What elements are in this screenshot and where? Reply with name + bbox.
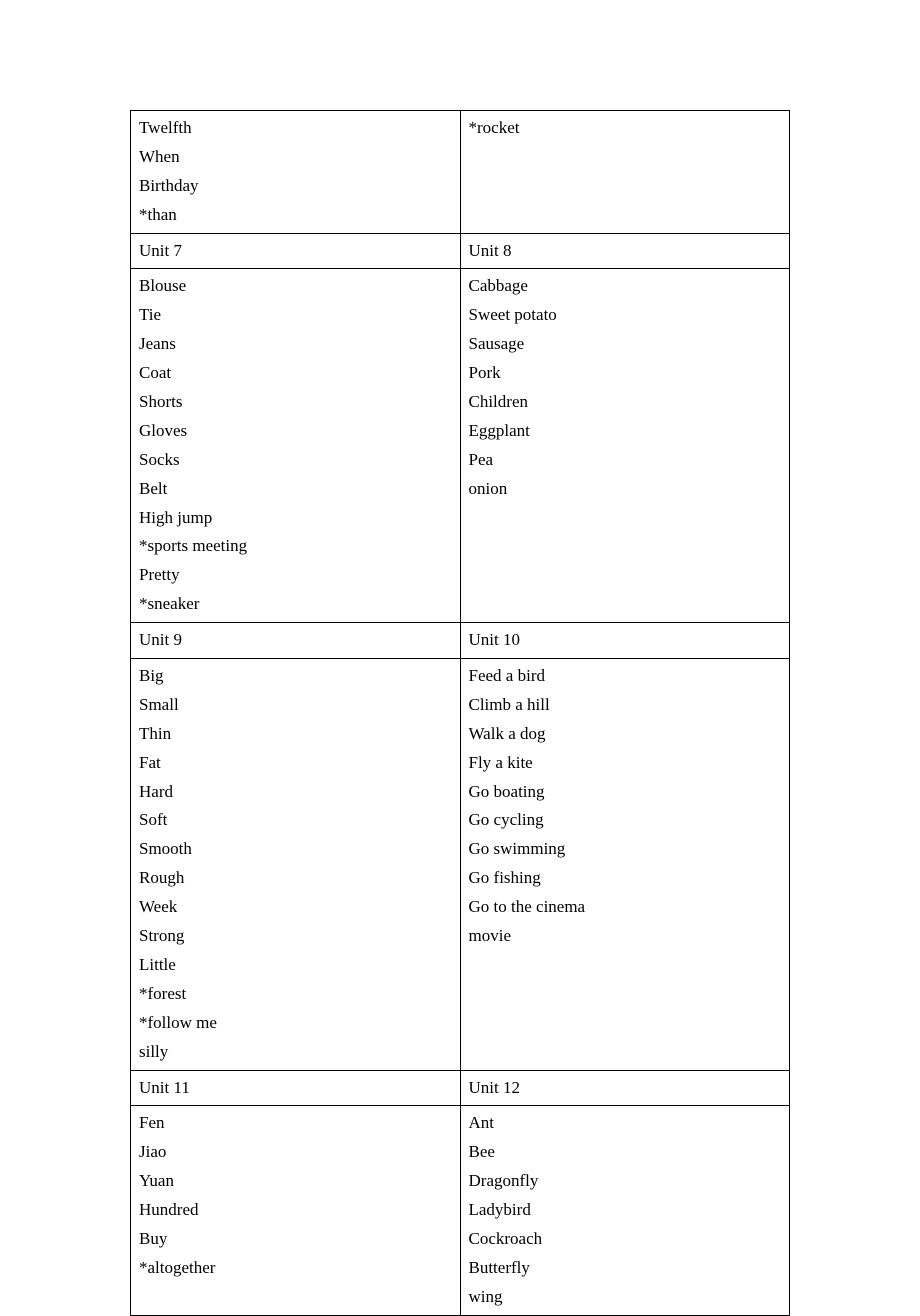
cell-left: Unit 11 bbox=[131, 1070, 461, 1106]
table-row: Fen Jiao Yuan Hundred Buy *altogether An… bbox=[131, 1106, 790, 1315]
table-row: Big Small Thin Fat Hard Soft Smooth Roug… bbox=[131, 659, 790, 1070]
cell-right: Unit 8 bbox=[460, 233, 790, 269]
table-row: Twelfth When Birthday *than *rocket bbox=[131, 111, 790, 234]
cell-right: Unit 10 bbox=[460, 623, 790, 659]
cell-right: Unit 12 bbox=[460, 1070, 790, 1106]
cell-text: Ant Bee Dragonfly Ladybird Cockroach But… bbox=[469, 1109, 782, 1311]
cell-text: Unit 7 bbox=[139, 237, 452, 266]
cell-text: Big Small Thin Fat Hard Soft Smooth Roug… bbox=[139, 662, 452, 1066]
page: Twelfth When Birthday *than *rocket Unit… bbox=[0, 0, 920, 1316]
cell-text: Unit 9 bbox=[139, 626, 452, 655]
table-row: Unit 11 Unit 12 bbox=[131, 1070, 790, 1106]
cell-left: Big Small Thin Fat Hard Soft Smooth Roug… bbox=[131, 659, 461, 1070]
cell-left: Blouse Tie Jeans Coat Shorts Gloves Sock… bbox=[131, 269, 461, 623]
cell-text: Fen Jiao Yuan Hundred Buy *altogether bbox=[139, 1109, 452, 1282]
table-row: Unit 7 Unit 8 bbox=[131, 233, 790, 269]
table-row: Unit 9 Unit 10 bbox=[131, 623, 790, 659]
cell-text: Unit 11 bbox=[139, 1074, 452, 1103]
cell-left: Unit 9 bbox=[131, 623, 461, 659]
cell-left: Twelfth When Birthday *than bbox=[131, 111, 461, 234]
cell-right: Ant Bee Dragonfly Ladybird Cockroach But… bbox=[460, 1106, 790, 1315]
cell-text: Cabbage Sweet potato Sausage Pork Childr… bbox=[469, 272, 782, 503]
cell-text: Twelfth When Birthday *than bbox=[139, 114, 452, 230]
cell-right: Cabbage Sweet potato Sausage Pork Childr… bbox=[460, 269, 790, 623]
cell-left: Fen Jiao Yuan Hundred Buy *altogether bbox=[131, 1106, 461, 1315]
cell-text: Unit 8 bbox=[469, 237, 782, 266]
cell-text: Unit 10 bbox=[469, 626, 782, 655]
cell-left: Unit 7 bbox=[131, 233, 461, 269]
cell-text: Feed a bird Climb a hill Walk a dog Fly … bbox=[469, 662, 782, 951]
cell-right: Feed a bird Climb a hill Walk a dog Fly … bbox=[460, 659, 790, 1070]
table-row: Blouse Tie Jeans Coat Shorts Gloves Sock… bbox=[131, 269, 790, 623]
cell-text: Blouse Tie Jeans Coat Shorts Gloves Sock… bbox=[139, 272, 452, 619]
cell-text: *rocket bbox=[469, 114, 782, 143]
cell-right: *rocket bbox=[460, 111, 790, 234]
cell-text: Unit 12 bbox=[469, 1074, 782, 1103]
vocabulary-table: Twelfth When Birthday *than *rocket Unit… bbox=[130, 110, 790, 1316]
